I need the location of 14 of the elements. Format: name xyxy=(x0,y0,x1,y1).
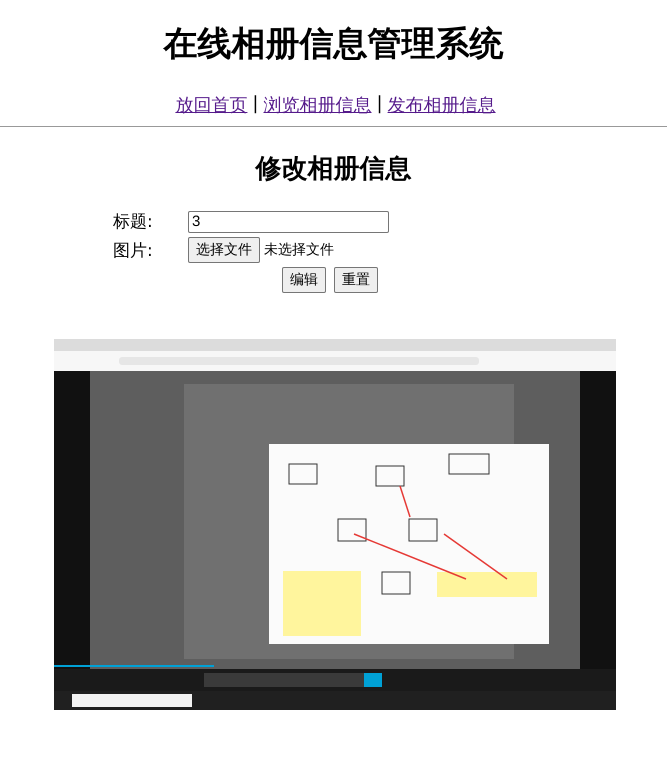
choose-file-button[interactable]: 选择文件 xyxy=(188,237,260,263)
nav-separator: | xyxy=(252,93,258,116)
title-input[interactable]: 3 xyxy=(188,210,389,232)
title-label: 标题: xyxy=(113,211,154,233)
file-status: 未选择文件 xyxy=(264,241,334,259)
nav-link[interactable]: 浏览相册信息 xyxy=(264,93,372,117)
nav-link[interactable]: 放回首页 xyxy=(175,93,248,117)
nav-link[interactable]: 发布相册信息 xyxy=(388,93,496,117)
image-label: 图片: xyxy=(113,240,154,262)
nav-separator: | xyxy=(376,93,383,116)
page-title: 在线相册信息管理系统 xyxy=(162,23,504,66)
form-button[interactable]: 编辑 xyxy=(282,267,326,293)
form-button[interactable]: 重置 xyxy=(334,267,378,293)
form-heading: 修改相册信息 xyxy=(254,153,412,186)
